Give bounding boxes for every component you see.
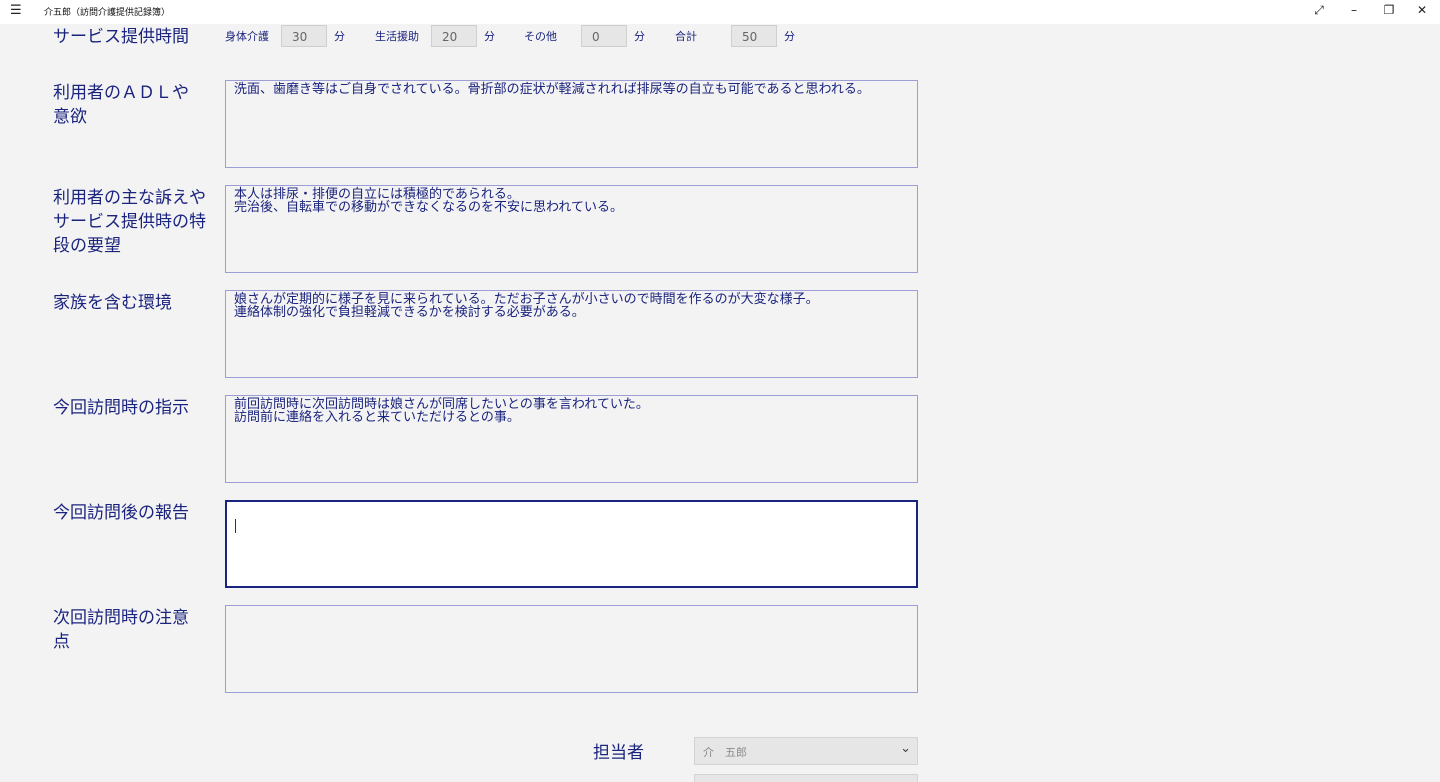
- close-button[interactable]: ✕: [1414, 3, 1430, 17]
- complaints-label: 利用者の主な訴えやサービス提供時の特段の要望: [53, 188, 206, 256]
- complaints-textarea[interactable]: 本人は排尿・排便の自立には積極的であられる。 完治後、自転車での移動ができなくな…: [225, 185, 918, 273]
- record-form: サービス提供時間 身体介護 30 分 生活援助 20 分 その他 0 分 合計 …: [0, 24, 1440, 782]
- next-visit-notes-textarea[interactable]: [225, 605, 918, 693]
- visit-report-label: 今回訪問後の報告: [53, 503, 189, 523]
- other-minutes-input[interactable]: 0: [581, 25, 627, 47]
- total-label: 合計: [675, 30, 697, 43]
- text-caret: [235, 519, 236, 533]
- family-environment-label: 家族を含む環境: [53, 293, 172, 313]
- life-support-unit: 分: [484, 30, 495, 43]
- adl-label: 利用者のＡＤＬや意欲: [53, 83, 189, 127]
- title-bar: ☰ 介五郎（訪問介護提供記録簿） ⤢ – ❐ ✕: [0, 0, 1440, 24]
- visit-instructions-textarea[interactable]: 前回訪問時に次回訪問時は娘さんが同席したいとの事を言われていた。 訪問前に連絡を…: [225, 395, 918, 483]
- staff-select[interactable]: 介 五郎 ⌄: [694, 737, 918, 765]
- expand-icon[interactable]: ⤢: [1311, 3, 1327, 18]
- minimize-button[interactable]: –: [1346, 3, 1362, 17]
- other-unit: 分: [634, 30, 645, 43]
- physical-care-label: 身体介護: [225, 30, 269, 43]
- secondary-select[interactable]: [694, 774, 918, 782]
- physical-care-unit: 分: [334, 30, 345, 43]
- life-support-label: 生活援助: [375, 30, 419, 43]
- restore-button[interactable]: ❐: [1381, 3, 1397, 17]
- service-time-label: サービス提供時間: [53, 27, 189, 47]
- adl-textarea[interactable]: 洗面、歯磨き等はご自身でされている。骨折部の症状が軽減されれば排尿等の自立も可能…: [225, 80, 918, 168]
- total-unit: 分: [784, 30, 795, 43]
- visit-instructions-label: 今回訪問時の指示: [53, 398, 189, 418]
- life-support-minutes-input[interactable]: 20: [431, 25, 477, 47]
- chevron-down-icon: ⌄: [900, 741, 911, 756]
- total-minutes-input[interactable]: 50: [731, 25, 777, 47]
- staff-label: 担当者: [593, 743, 644, 763]
- other-label: その他: [524, 30, 557, 43]
- family-environment-textarea[interactable]: 娘さんが定期的に様子を見に来られている。ただお子さんが小さいので時間を作るのが大…: [225, 290, 918, 378]
- staff-selected-value: 介 五郎: [703, 746, 747, 759]
- window-title: 介五郎（訪問介護提供記録簿）: [44, 8, 171, 18]
- physical-care-minutes-input[interactable]: 30: [281, 25, 327, 47]
- next-visit-notes-label: 次回訪問時の注意点: [53, 608, 189, 652]
- visit-report-textarea[interactable]: [225, 500, 918, 588]
- menu-icon[interactable]: ☰: [10, 3, 22, 18]
